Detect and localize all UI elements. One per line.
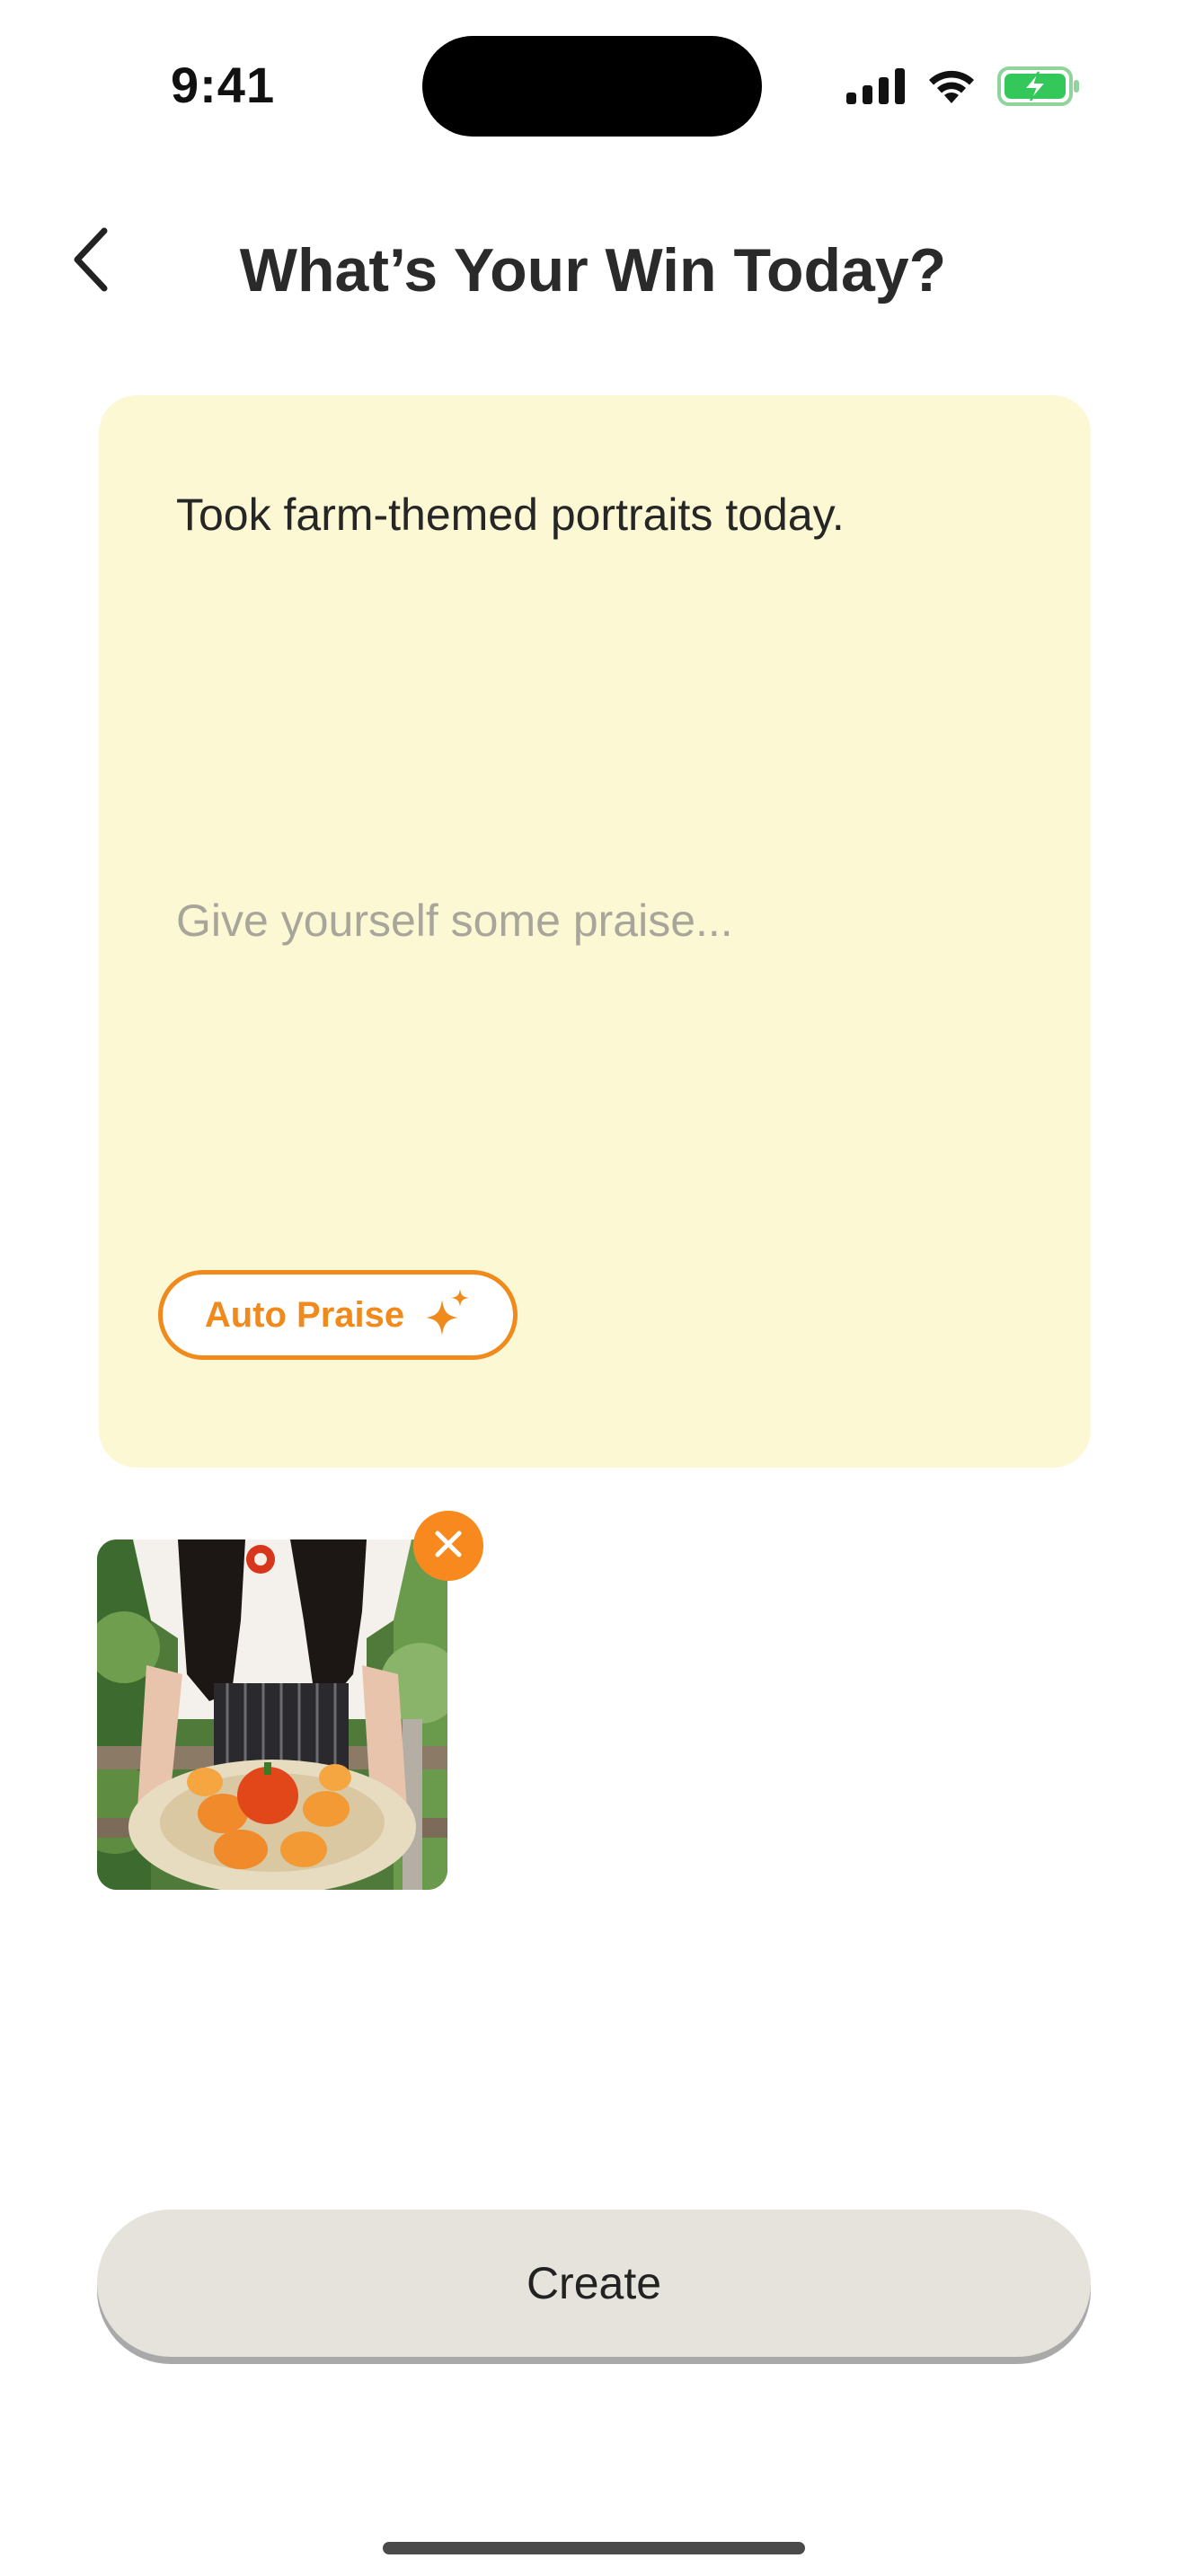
photo-thumbnail[interactable] xyxy=(97,1539,447,1890)
close-icon xyxy=(433,1529,464,1564)
create-label: Create xyxy=(526,2258,662,2308)
win-text-input[interactable]: Took farm-themed portraits today. xyxy=(176,489,845,541)
auto-praise-button[interactable]: Auto Praise xyxy=(158,1270,518,1360)
win-card: Took farm-themed portraits today. Give y… xyxy=(99,395,1091,1468)
status-icons xyxy=(846,65,1080,108)
praise-input[interactable]: Give yourself some praise... xyxy=(176,895,733,947)
page-title: What’s Your Win Today? xyxy=(239,236,947,304)
status-time: 9:41 xyxy=(171,57,276,113)
create-button[interactable]: Create xyxy=(97,2210,1091,2357)
auto-praise-label: Auto Praise xyxy=(204,1294,405,1335)
battery-charging-icon xyxy=(997,66,1080,106)
dynamic-island xyxy=(422,36,762,137)
wifi-icon xyxy=(925,67,978,105)
remove-photo-button[interactable] xyxy=(413,1511,483,1581)
sparkles-icon xyxy=(424,1288,471,1342)
cellular-signal-icon xyxy=(846,68,906,104)
home-indicator xyxy=(383,2542,805,2554)
